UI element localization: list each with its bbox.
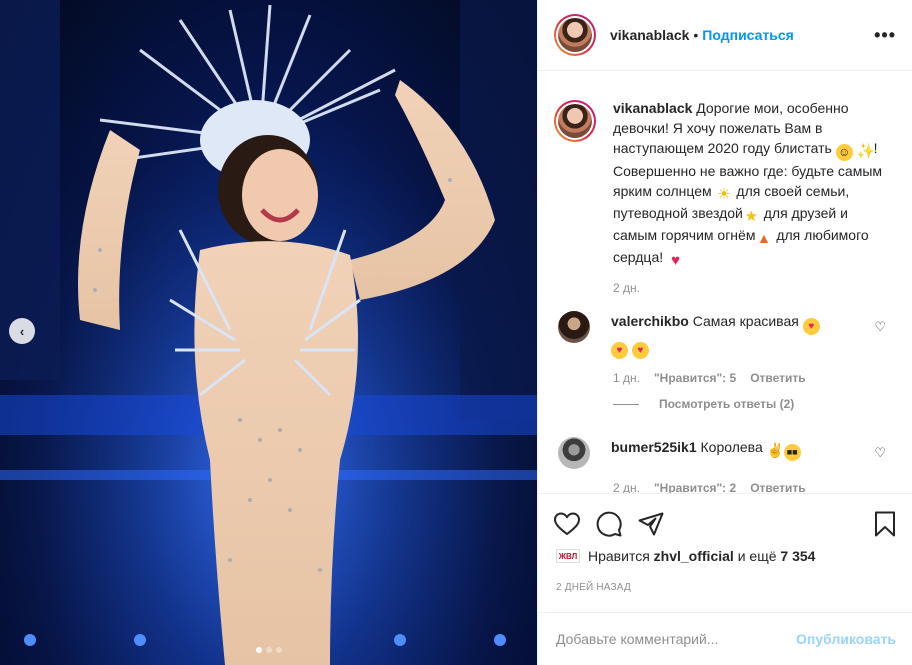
sunglasses-emoji-icon: ■■ (783, 444, 801, 461)
comment-meta: 1 дн. "Нравится": 5 Ответить (613, 371, 896, 385)
heart-emoji-icon: ♥ (671, 252, 680, 269)
chevron-left-icon: ‹ (19, 323, 25, 339)
post-date: 2 ДНЕЙ НАЗАД (556, 582, 631, 593)
likes-middle: и ещё (737, 548, 777, 564)
commenter-avatar[interactable] (558, 311, 590, 343)
publish-button[interactable]: Опубликовать (796, 631, 896, 647)
post-panel: vikanablack • Подписаться ••• vikanablac… (537, 0, 912, 665)
fire-emoji-icon: ▲ (757, 230, 771, 246)
comment-likes[interactable]: "Нравится": 2 (654, 481, 736, 493)
separator: • (693, 27, 699, 43)
carousel-dot (265, 647, 272, 653)
comments-section[interactable]: vikanablack Дорогие мои, особенно девочк… (538, 72, 912, 493)
heart-icon[interactable] (554, 511, 580, 536)
view-replies-label: Посмотреть ответы (2) (659, 397, 795, 411)
follow-button[interactable]: Подписаться (702, 27, 794, 43)
carousel-dot (275, 647, 282, 653)
post-caption: vikanablack Дорогие мои, особенно девочк… (554, 98, 896, 269)
caption-line1-end: ! (873, 140, 878, 156)
add-comment-bar: Опубликовать (538, 612, 912, 665)
view-replies-button[interactable]: Посмотреть ответы (2) (613, 397, 896, 411)
commenter-username[interactable]: valerchikbo (611, 313, 689, 329)
carousel-prev-button[interactable]: ‹ (9, 318, 35, 344)
comment-time: 1 дн. (613, 371, 640, 385)
comment-meta: 2 дн. "Нравится": 2 Ответить (613, 481, 896, 493)
liker-avatar[interactable]: ЖВЛ (556, 549, 580, 563)
comment-icon[interactable] (596, 511, 622, 537)
share-icon[interactable] (638, 512, 664, 536)
carousel-dot (255, 647, 262, 653)
reply-button[interactable]: Ответить (750, 371, 805, 385)
commenter-avatar[interactable] (558, 437, 590, 469)
comment-likes[interactable]: "Нравится": 5 (654, 371, 736, 385)
heart-eyes-emoji-icon: ♥ (611, 342, 628, 359)
star-emoji-icon: ★ (744, 208, 759, 225)
caption-time: 2 дн. (613, 281, 640, 295)
victory-hand-emoji-icon: ✌ (766, 442, 785, 458)
liker-username[interactable]: zhvl_official (654, 548, 734, 564)
reply-button[interactable]: Ответить (750, 481, 805, 493)
carousel-dots (0, 647, 537, 653)
comment-input[interactable] (556, 631, 797, 647)
author-avatar[interactable] (554, 14, 596, 56)
comment-body: Королева (700, 439, 763, 455)
comment-time: 2 дн. (613, 481, 640, 493)
caption-avatar[interactable] (554, 100, 596, 142)
likes-prefix: Нравится (588, 548, 650, 564)
caption-text: vikanablack Дорогие мои, особенно девочк… (613, 98, 887, 269)
sun-emoji-icon: ☀ (717, 186, 731, 203)
comment-text: bumer525ik1 Королева ✌ ■■ (611, 437, 851, 469)
post-photo: ‹ (0, 0, 537, 665)
heart-eyes-emoji-icon: ♥ (802, 318, 820, 335)
more-options-icon[interactable]: ••• (874, 25, 896, 46)
divider (613, 403, 639, 405)
bookmark-icon[interactable] (874, 511, 896, 537)
commenter-username[interactable]: bumer525ik1 (611, 439, 697, 455)
author-username[interactable]: vikanablack (610, 27, 689, 43)
like-comment-heart-icon[interactable]: ♡ (874, 319, 886, 335)
post-header: vikanablack • Подписаться ••• (538, 0, 912, 71)
likes-count[interactable]: 7 354 (780, 548, 815, 564)
like-comment-heart-icon[interactable]: ♡ (874, 445, 886, 461)
sparkles-emoji-icon: ✨ (856, 143, 876, 160)
smile-emoji-icon: ☺ (835, 144, 853, 161)
comment-body: Самая красивая (692, 313, 799, 329)
comment-item: valerchikbo Самая красивая ♥ ♥ ♥ ♡ (554, 311, 896, 359)
heart-eyes-emoji-icon: ♥ (631, 342, 649, 359)
photo-illustration (0, 0, 537, 665)
caption-username[interactable]: vikanablack (613, 100, 692, 116)
comment-text: valerchikbo Самая красивая ♥ ♥ ♥ (611, 311, 851, 359)
likes-summary: ЖВЛ Нравится zhvl_official и ещё 7 354 (556, 548, 815, 564)
action-bar (538, 493, 912, 553)
comment-item: bumer525ik1 Королева ✌ ■■ ♡ (554, 437, 896, 469)
